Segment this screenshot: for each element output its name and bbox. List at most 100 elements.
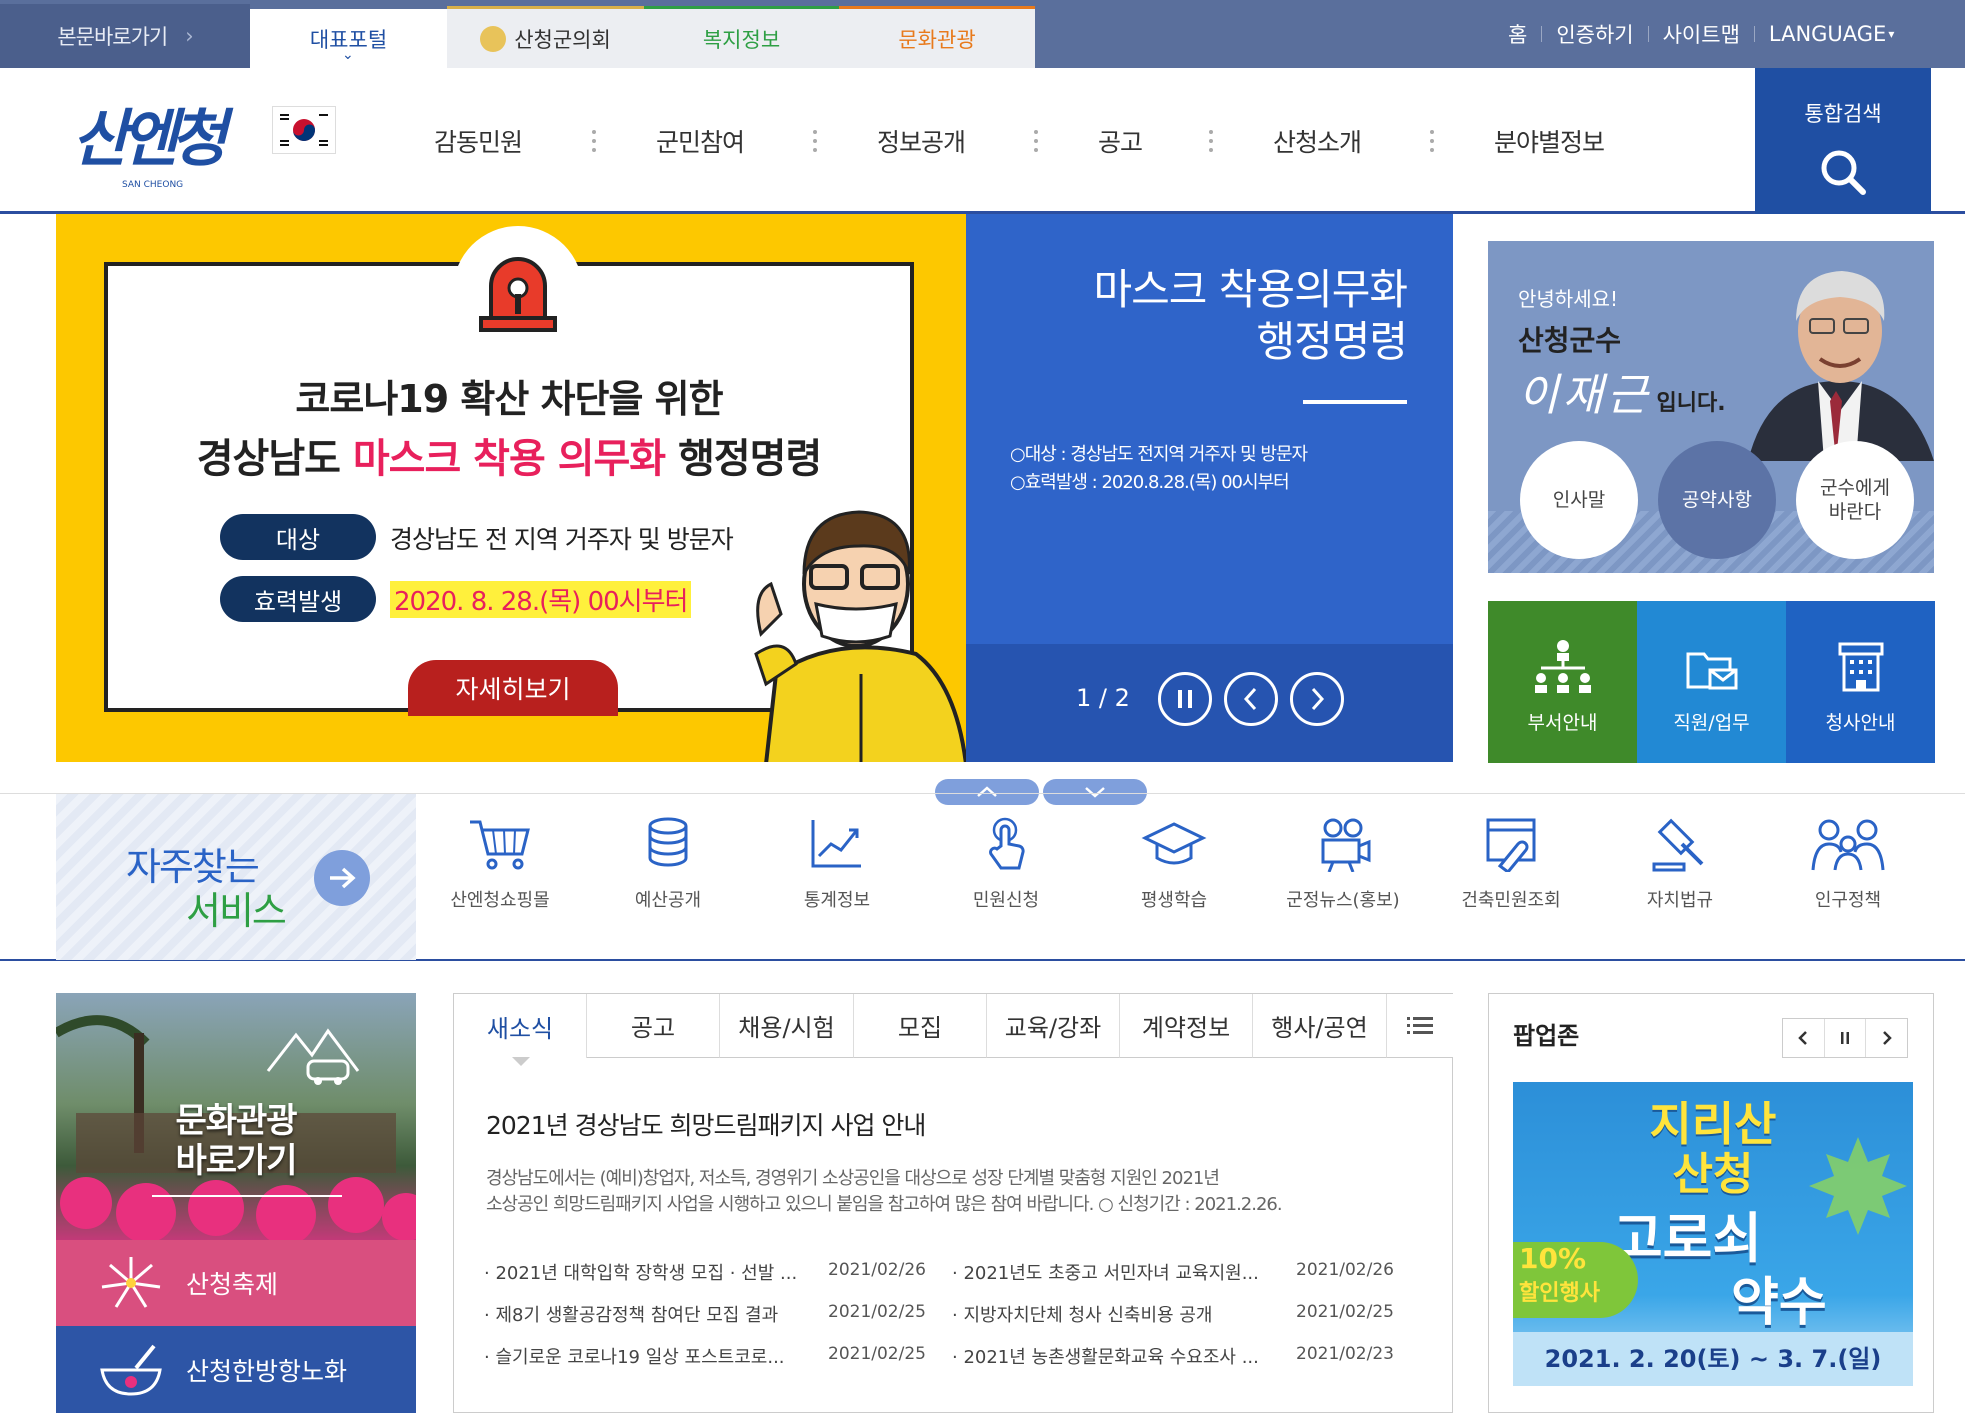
- certification-link[interactable]: 인증하기: [1556, 19, 1633, 49]
- news-item[interactable]: · 지방자치단체 청사 신축비용 공개: [952, 1301, 1282, 1327]
- family-icon: [1811, 819, 1885, 871]
- news-date: 2021/02/25: [828, 1344, 926, 1364]
- department-guide-button[interactable]: 부서안내: [1488, 601, 1637, 763]
- popup-zone: 팝업존 지리산 산청 고로쇠 약수 10% 할인행사 2021. 2. 20(토…: [1488, 993, 1934, 1413]
- popup-next-button[interactable]: [1866, 1019, 1907, 1057]
- portal-tab-culture[interactable]: 문화관광: [839, 6, 1035, 68]
- mayor-name: 이재근 입니다.: [1518, 370, 1726, 421]
- chevron-right-icon: [1311, 687, 1325, 711]
- frequent-services-title-box[interactable]: 자주찾는 서비스: [56, 794, 416, 960]
- portal-tab-main[interactable]: 대표포털 ⌄: [250, 6, 447, 68]
- staff-duties-button[interactable]: 직원/업무: [1637, 601, 1786, 763]
- chevron-left-icon: [1798, 1031, 1808, 1045]
- news-item[interactable]: · 2021년 농촌생활문화교육 수요조사 ...: [952, 1343, 1282, 1369]
- news-date: 2021/02/26: [828, 1260, 926, 1280]
- service-population-policy[interactable]: 인구정책: [1773, 816, 1923, 912]
- service-lifelong-learning[interactable]: 평생학습: [1099, 816, 1249, 912]
- shopping-cart-icon: [470, 820, 530, 870]
- festival-link[interactable]: 산청축제: [56, 1240, 416, 1326]
- tab-application[interactable]: 모집: [854, 994, 987, 1058]
- gorosoe-sap-popup-banner[interactable]: 지리산 산청 고로쇠 약수 10% 할인행사 2021. 2. 20(토) ~ …: [1513, 1082, 1913, 1386]
- news-item[interactable]: · 슬기로운 코로나19 일상 포스트코로...: [484, 1343, 814, 1369]
- menu-separator: [591, 130, 597, 152]
- firework-icon: [101, 1257, 161, 1308]
- mayor-panel: 안녕하세요! 산청군수 이재근 입니다. 인사말 공약사항 군수에게 바란다: [1488, 241, 1934, 573]
- masked-officer-illustration: [754, 510, 966, 762]
- news-board: 새소식 공고 채용/시험 모집 교육/강좌 계약정보 행사/공연 2021년 경…: [453, 993, 1453, 1413]
- site-logo[interactable]: 산엔청 SAN CHEONG: [72, 88, 242, 198]
- news-date: 2021/02/25: [828, 1302, 926, 1322]
- culture-tourism-box: 문화관광 바로가기 산청축제 산청한방항노화: [56, 993, 416, 1413]
- document-tool-icon: [1486, 818, 1536, 872]
- chevron-left-icon: [1243, 687, 1257, 711]
- service-statistics[interactable]: 통계정보: [762, 816, 912, 912]
- search-icon: [1821, 150, 1866, 195]
- utility-links: 홈 인증하기 사이트맵 LANGUAGE ▾: [1508, 0, 1894, 68]
- target-label: 대상: [220, 514, 376, 560]
- sitemap-link[interactable]: 사이트맵: [1663, 19, 1740, 49]
- news-item[interactable]: · 제8기 생활공감정책 참여단 모집 결과: [484, 1301, 814, 1327]
- service-budget-disclosure[interactable]: 예산공개: [593, 816, 743, 912]
- service-county-news[interactable]: 군정뉴스(홍보): [1268, 816, 1418, 912]
- mayor-pledges-button[interactable]: 공약사항: [1658, 441, 1776, 559]
- tab-contract[interactable]: 계약정보: [1120, 994, 1253, 1058]
- service-civil-application[interactable]: 민원신청: [931, 816, 1081, 912]
- culture-tourism-link[interactable]: 문화관광 바로가기: [56, 993, 416, 1240]
- news-item[interactable]: · 2021년도 초중고 서민자녀 교육지원...: [952, 1259, 1282, 1285]
- popup-controls: [1782, 1018, 1908, 1058]
- mayor-request-button[interactable]: 군수에게 바란다: [1796, 441, 1914, 559]
- menu-separator: [812, 130, 818, 152]
- news-date: 2021/02/26: [1296, 1260, 1394, 1280]
- tab-notice[interactable]: 공고: [587, 994, 720, 1058]
- mayor-greeting: 안녕하세요!: [1518, 287, 1619, 311]
- menu-about-sancheong[interactable]: 산청소개: [1273, 68, 1362, 214]
- menu-field-info[interactable]: 분야별정보: [1494, 68, 1605, 214]
- mayor-title: 산청군수: [1518, 324, 1622, 357]
- more-list-button[interactable]: [1387, 994, 1453, 1058]
- herbal-medicine-link[interactable]: 산청한방항노화: [56, 1326, 416, 1413]
- tab-recruitment[interactable]: 채용/시험: [720, 994, 854, 1058]
- building-guide-button[interactable]: 청사안내: [1786, 601, 1935, 763]
- chevron-right-icon: ›: [185, 24, 193, 48]
- service-building-permit[interactable]: 건축민원조회: [1436, 816, 1586, 912]
- integrated-search-button[interactable]: 통합검색: [1755, 68, 1931, 214]
- language-select[interactable]: LANGUAGE: [1769, 22, 1886, 46]
- featured-news-title[interactable]: 2021년 경상남도 희망드림패키지 사업 안내: [486, 1106, 926, 1142]
- service-local-laws[interactable]: 자치법규: [1605, 816, 1755, 912]
- news-date: 2021/02/25: [1296, 1302, 1394, 1322]
- target-text: 경상남도 전 지역 거주자 및 방문자: [390, 525, 734, 554]
- menu-citizen-participation[interactable]: 군민참여: [656, 68, 745, 214]
- slide-indicator: 1 / 2: [1076, 684, 1130, 712]
- siren-icon: [453, 226, 583, 346]
- banner-detail-button[interactable]: 자세히보기: [408, 660, 618, 716]
- next-slide-button[interactable]: [1290, 672, 1344, 726]
- active-tab-pointer: [512, 1057, 530, 1066]
- pause-button[interactable]: [1158, 672, 1212, 726]
- menu-civil-service[interactable]: 감동민원: [434, 68, 523, 214]
- menu-separator: [1033, 130, 1039, 152]
- home-link[interactable]: 홈: [1508, 19, 1527, 49]
- line-chart-icon: [811, 820, 861, 868]
- portal-tab-welfare[interactable]: 복지정보: [644, 6, 839, 68]
- skip-to-content-link[interactable]: 본문바로가기 ›: [0, 4, 250, 68]
- coin-stack-icon: [648, 817, 688, 867]
- gavel-icon: [1652, 818, 1704, 872]
- menu-information-disclosure[interactable]: 정보공개: [877, 68, 966, 214]
- effective-text: 2020. 8. 28.(목) 00시부터: [390, 581, 692, 618]
- building-icon: [1838, 642, 1883, 692]
- portal-tab-council[interactable]: 산청군의회: [447, 6, 644, 68]
- mayor-greeting-button[interactable]: 인사말: [1520, 441, 1638, 559]
- tab-education[interactable]: 교육/강좌: [987, 994, 1120, 1058]
- tab-events[interactable]: 행사/공연: [1253, 994, 1387, 1058]
- popup-prev-button[interactable]: [1783, 1019, 1825, 1057]
- tab-news[interactable]: 새소식: [454, 994, 587, 1058]
- menu-announcement[interactable]: 공고: [1098, 68, 1143, 214]
- prev-slide-button[interactable]: [1224, 672, 1278, 726]
- news-item[interactable]: · 2021년 대학입학 장학생 모집 · 선발 ...: [484, 1259, 814, 1285]
- service-shopping-mall[interactable]: 산엔청쇼핑몰: [425, 816, 575, 912]
- popup-pause-button[interactable]: [1825, 1019, 1867, 1057]
- discount-badge: 10% 할인행사: [1513, 1242, 1638, 1318]
- main-banner[interactable]: 코로나19 확산 차단을 위한 경상남도 마스크 착용 의무화 행정명령 대상 …: [56, 214, 966, 762]
- popup-banner-line-2: 산청: [1672, 1149, 1754, 1200]
- org-chart-icon: [1534, 640, 1591, 693]
